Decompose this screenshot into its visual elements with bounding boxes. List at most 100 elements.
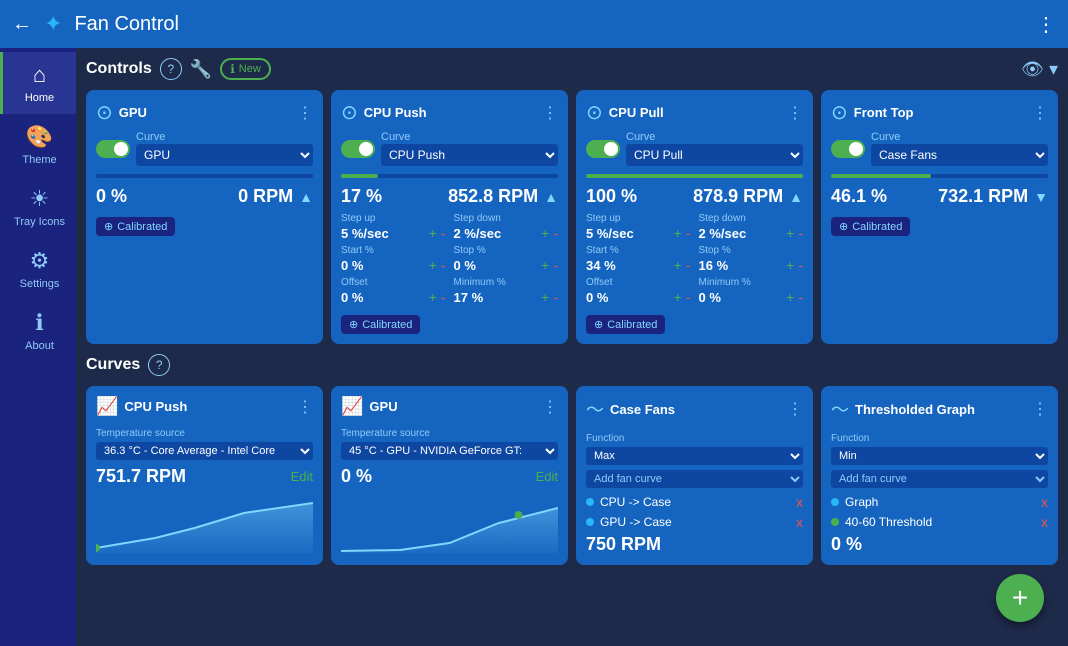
cpu-pull-min-pct-minus[interactable]: -	[798, 289, 803, 305]
cpu-push-card-menu[interactable]: ⋮	[542, 103, 558, 123]
gpu-curve-select[interactable]: GPU	[136, 144, 313, 166]
cpu-pull-offset-value-row: 0 % + -	[586, 289, 691, 305]
curves-title: Curves	[86, 356, 140, 374]
controls-help-button[interactable]: ?	[160, 58, 182, 80]
cpu-pull-control-card: ⊙ CPU Pull ⋮ Curve CPU Pull	[576, 90, 813, 344]
stop-pct-value: 0 %	[454, 258, 538, 273]
front-top-card-menu[interactable]: ⋮	[1032, 103, 1048, 123]
gpu-curve-menu[interactable]: ⋮	[542, 397, 558, 417]
thresholded-func-select[interactable]: Min	[831, 447, 1048, 465]
thresholded-add-select[interactable]: Add fan curve	[831, 470, 1048, 488]
cpu-pull-progress-fill	[586, 174, 803, 178]
case-fans-remove-0[interactable]: x	[796, 494, 803, 510]
thresholded-curve-card: 〜 Thresholded Graph ⋮ Function Min Add f…	[821, 386, 1058, 565]
thresholded-name-0: Graph	[845, 495, 1035, 509]
step-up-label: Step up	[341, 213, 446, 224]
add-fab-button[interactable]: +	[996, 574, 1044, 622]
case-fans-dot-0	[586, 498, 594, 506]
offset-plus[interactable]: +	[429, 289, 437, 305]
sidebar-item-tray[interactable]: ☀ Tray Icons	[0, 176, 76, 238]
cpu-pull-step-up-minus[interactable]: -	[686, 225, 691, 241]
front-top-toggle[interactable]	[831, 140, 865, 158]
gpu-edit-button[interactable]: Edit	[536, 469, 558, 484]
step-up-plus[interactable]: +	[429, 225, 437, 241]
cpu-push-progress-fill	[341, 174, 378, 178]
case-fans-dot-1	[586, 518, 594, 526]
cpu-pull-start-pct-minus[interactable]: -	[686, 257, 691, 273]
cpu-pull-min-pct-label: Minimum %	[699, 277, 804, 288]
cpu-pull-pct: 100 %	[586, 186, 637, 207]
tray-icon: ☀	[30, 186, 50, 212]
step-up-minus[interactable]: -	[441, 225, 446, 241]
gpu-curve-icon: 📈	[341, 396, 363, 417]
step-down-value: 2 %/sec	[454, 226, 538, 241]
cpu-push-toggle[interactable]	[341, 140, 375, 158]
cpu-push-edit-button[interactable]: Edit	[291, 469, 313, 484]
cpu-pull-min-pct-field: Minimum % 0 % + -	[699, 277, 804, 305]
thresholded-curve-menu[interactable]: ⋮	[1032, 399, 1048, 419]
stop-pct-plus[interactable]: +	[541, 257, 549, 273]
min-pct-label: Minimum %	[454, 277, 559, 288]
case-fans-remove-1[interactable]: x	[796, 514, 803, 530]
min-pct-plus[interactable]: +	[541, 289, 549, 305]
cpu-push-curve-menu[interactable]: ⋮	[297, 397, 313, 417]
controls-title: Controls	[86, 60, 152, 78]
case-fans-func-select[interactable]: Max	[586, 447, 803, 465]
case-fans-curve-title: Case Fans	[610, 402, 781, 417]
cpu-pull-start-pct-plus[interactable]: +	[674, 257, 682, 273]
thresholded-dot-1	[831, 518, 839, 526]
step-down-label: Step down	[454, 213, 559, 224]
step-down-minus[interactable]: -	[553, 225, 558, 241]
cpu-pull-step-up-plus[interactable]: +	[674, 225, 682, 241]
gpu-card-menu[interactable]: ⋮	[297, 103, 313, 123]
sidebar-label-about: About	[25, 340, 54, 352]
cpu-pull-curve-select[interactable]: CPU Pull	[626, 144, 803, 166]
menu-button[interactable]: ⋮	[1036, 12, 1056, 37]
cpu-push-curve-select[interactable]: CPU Push	[381, 144, 558, 166]
step-down-plus[interactable]: +	[541, 225, 549, 241]
start-pct-minus[interactable]: -	[441, 257, 446, 273]
start-pct-field: Start % 0 % + -	[341, 245, 446, 273]
sidebar-item-settings[interactable]: ⚙ Settings	[0, 238, 76, 300]
cpu-push-curve-title: CPU Push	[124, 399, 291, 414]
sidebar-item-about[interactable]: ℹ About	[0, 300, 76, 362]
cpu-pull-offset-label: Offset	[586, 277, 691, 288]
min-pct-minus[interactable]: -	[553, 289, 558, 305]
cpu-pull-offset-minus[interactable]: -	[686, 289, 691, 305]
cpu-pull-rpm: 878.9 RPM	[643, 186, 783, 207]
front-top-curve-select[interactable]: Case Fans	[871, 144, 1048, 166]
cpu-pull-offset-plus[interactable]: +	[674, 289, 682, 305]
cpu-pull-step-down-plus[interactable]: +	[786, 225, 794, 241]
cpu-push-temp-source-select[interactable]: 36.3 °C - Core Average - Intel Core	[96, 442, 313, 460]
cpu-pull-card-menu[interactable]: ⋮	[787, 103, 803, 123]
cpu-pull-toggle[interactable]	[586, 140, 620, 158]
front-top-calibrated-icon: ⊕	[839, 220, 848, 233]
thresholded-remove-1[interactable]: x	[1041, 514, 1048, 530]
calibrated-icon: ⊕	[104, 220, 113, 233]
wrench-icon[interactable]: 🔧	[190, 59, 212, 80]
topbar: ← ✦ Fan Control ⋮	[0, 0, 1068, 48]
case-fans-curve-menu[interactable]: ⋮	[787, 399, 803, 419]
thresholded-curve-icon: 〜	[831, 396, 849, 422]
thresholded-total-rpm: 0 %	[831, 534, 1048, 555]
curves-help-button[interactable]: ?	[148, 354, 170, 376]
case-fans-add-select[interactable]: Add fan curve	[586, 470, 803, 488]
gpu-temp-source-select[interactable]: 45 °C - GPU - NVIDIA GeForce GT:	[341, 442, 558, 460]
sidebar-item-theme[interactable]: 🎨 Theme	[0, 114, 76, 176]
eye-button[interactable]: 👁 ▾	[1021, 59, 1058, 80]
stop-pct-minus[interactable]: -	[553, 257, 558, 273]
cpu-pull-stop-pct-minus[interactable]: -	[798, 257, 803, 273]
front-top-card-header: ⊙ Front Top ⋮	[831, 100, 1048, 125]
start-pct-plus[interactable]: +	[429, 257, 437, 273]
gpu-toggle[interactable]	[96, 140, 130, 158]
thresholded-remove-0[interactable]: x	[1041, 494, 1048, 510]
back-button[interactable]: ←	[12, 13, 32, 36]
offset-minus[interactable]: -	[441, 289, 446, 305]
cpu-push-card-header: ⊙ CPU Push ⋮	[341, 100, 558, 125]
cpu-pull-step-down-value-row: 2 %/sec + -	[699, 225, 804, 241]
sidebar-item-home[interactable]: ⌂ Home	[0, 52, 76, 114]
front-top-pct: 46.1 %	[831, 186, 887, 207]
cpu-pull-stop-pct-plus[interactable]: +	[786, 257, 794, 273]
cpu-pull-step-down-minus[interactable]: -	[798, 225, 803, 241]
cpu-pull-min-pct-plus[interactable]: +	[786, 289, 794, 305]
